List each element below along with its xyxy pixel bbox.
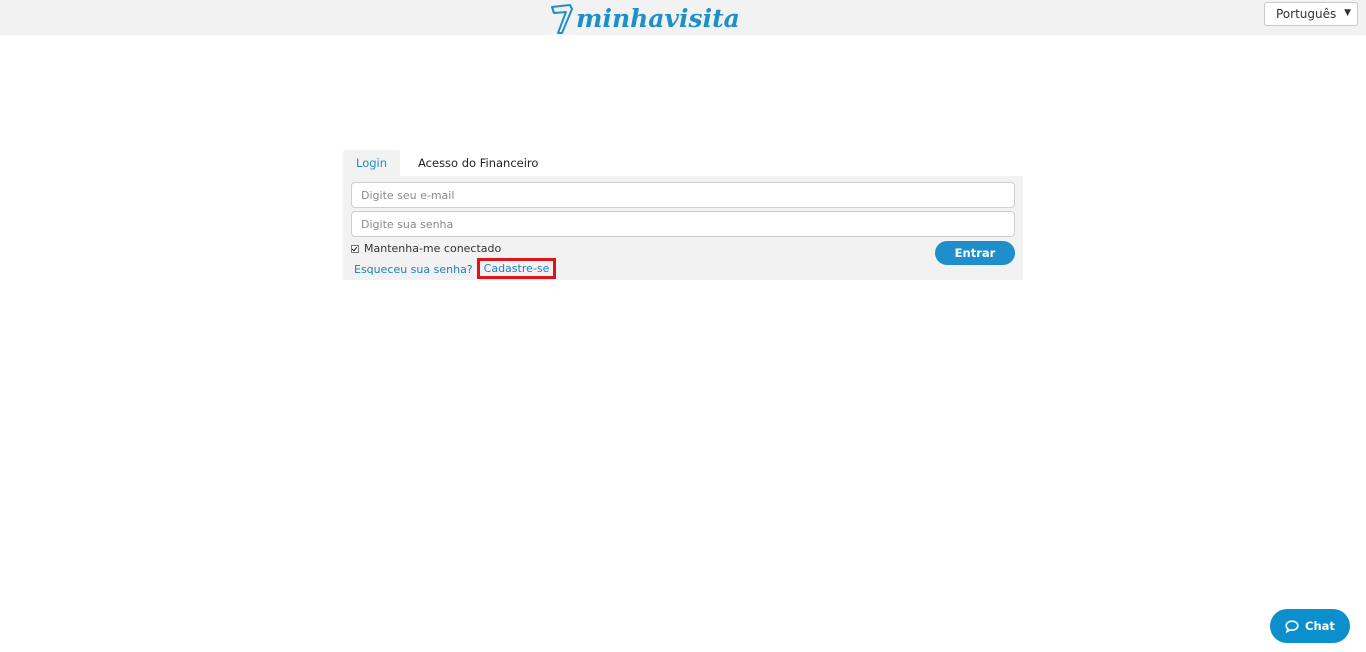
top-bar: minhavisita Português ▼ (0, 0, 1366, 35)
tab-login[interactable]: Login (343, 150, 400, 176)
remember-me[interactable]: Mantenha-me conectado (351, 242, 501, 255)
remember-me-label: Mantenha-me conectado (364, 242, 502, 255)
chat-bubble-icon (1285, 619, 1299, 633)
logo-mark-icon (551, 4, 573, 34)
email-field[interactable] (351, 182, 1015, 208)
language-select[interactable]: Português ▼ (1264, 2, 1358, 26)
login-form-panel: Mantenha-me conectado Esqueceu sua senha… (343, 176, 1023, 280)
login-tabs: Login Acesso do Financeiro (343, 150, 538, 176)
language-selected-value: Português (1276, 7, 1337, 21)
chevron-down-icon: ▼ (1344, 8, 1351, 18)
chat-button[interactable]: Chat (1270, 609, 1350, 643)
checkbox-checked-icon[interactable] (351, 244, 359, 253)
forgot-password-link[interactable]: Esqueceu sua senha? (354, 263, 473, 276)
chat-button-label: Chat (1305, 619, 1335, 633)
tab-finance-access[interactable]: Acesso do Financeiro (400, 150, 538, 176)
login-button[interactable]: Entrar (935, 241, 1015, 265)
signup-link[interactable]: Cadastre-se (476, 258, 557, 279)
logo-text: minhavisita (576, 4, 740, 33)
tab-finance-access-label: Acesso do Financeiro (418, 156, 539, 170)
account-links: Esqueceu sua senha? Cadastre-se (354, 258, 557, 279)
password-field[interactable] (351, 211, 1015, 237)
brand-logo[interactable]: minhavisita (550, 2, 740, 36)
tab-login-label: Login (355, 156, 388, 170)
